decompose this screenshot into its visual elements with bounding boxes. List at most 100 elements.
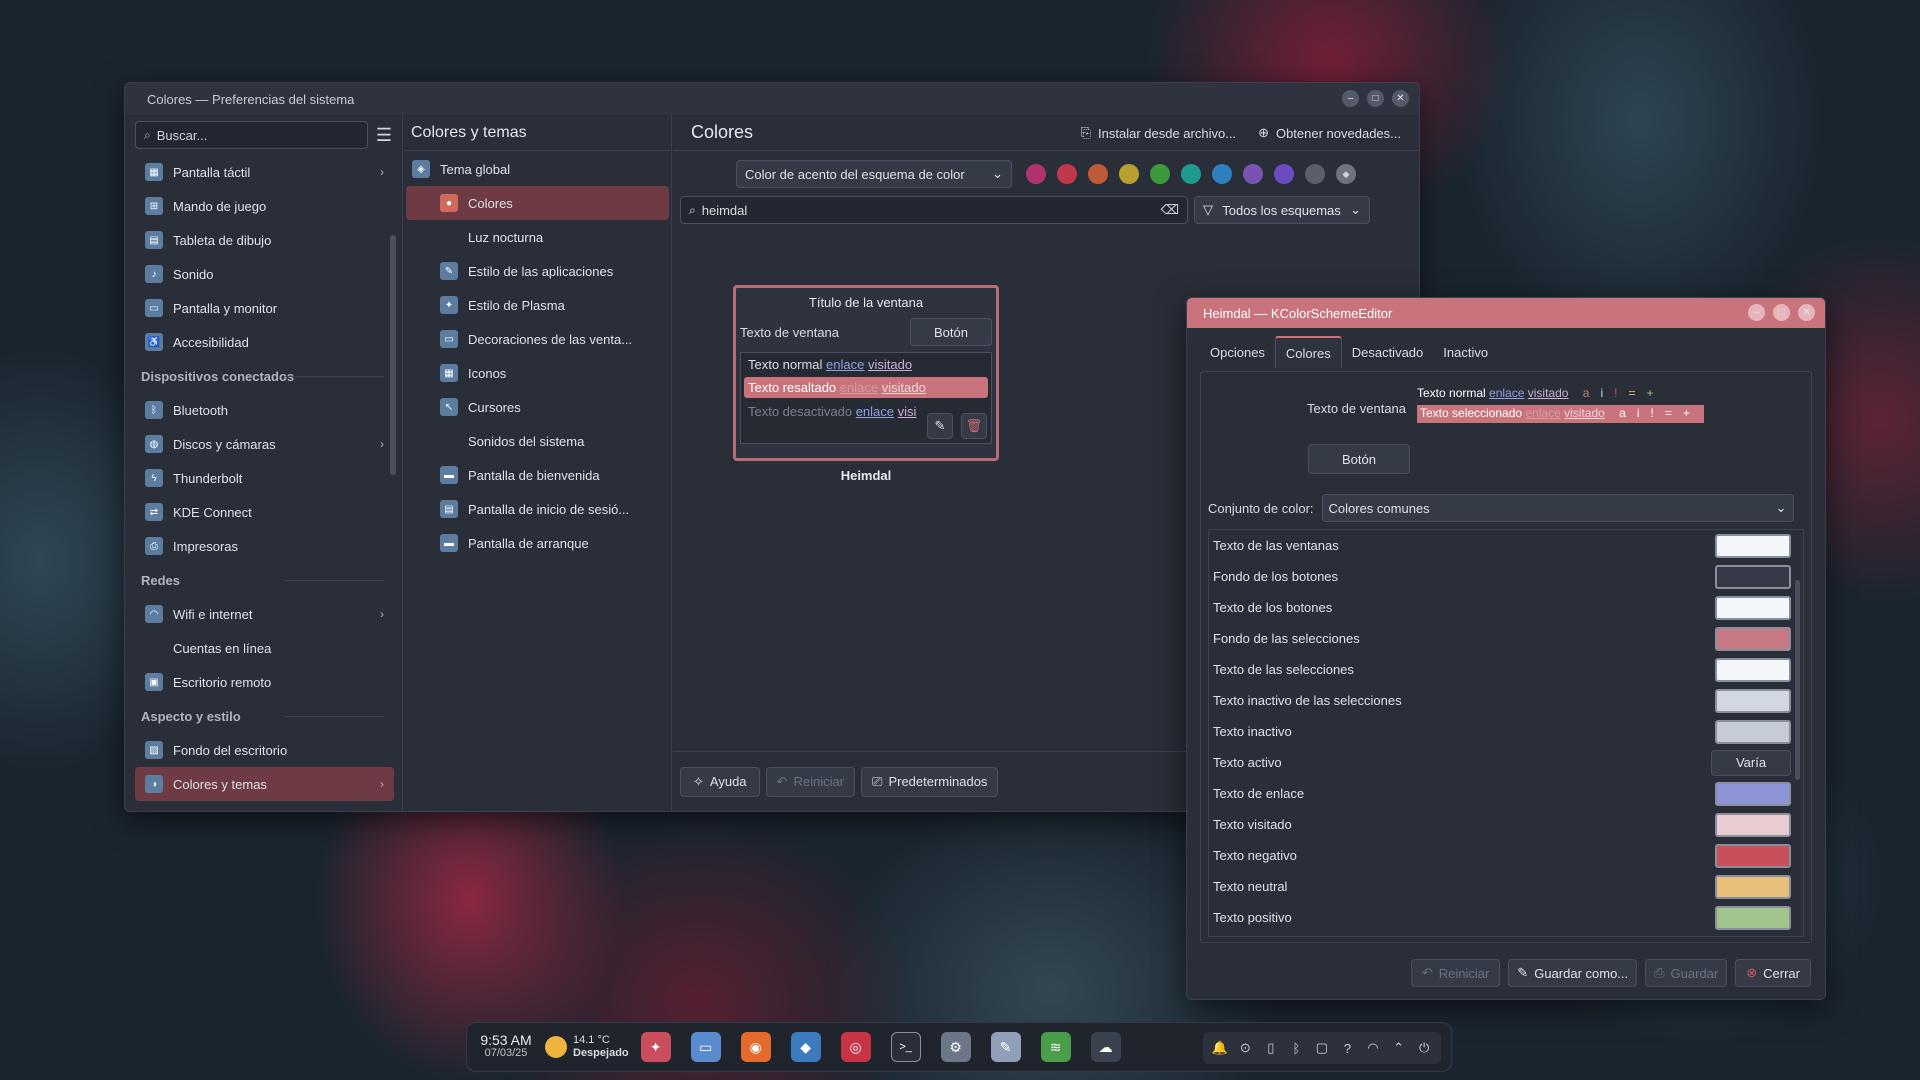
sidebar-item-5[interactable]: ♿ Accesibilidad xyxy=(135,325,394,359)
sidebar-item-4[interactable]: ▭ Pantalla y monitor xyxy=(135,291,394,325)
category-item-10[interactable]: ▤ Pantalla de inicio de sesió... xyxy=(406,492,669,526)
close-button[interactable]: ⊗ Cerrar xyxy=(1735,959,1811,987)
edit-scheme-button[interactable]: ✎ xyxy=(927,413,953,439)
color-swatch-button[interactable] xyxy=(1715,843,1791,868)
save-button[interactable]: ⎙ Guardar xyxy=(1645,959,1728,987)
spotify-icon[interactable]: ≋ xyxy=(1040,1032,1071,1062)
sidebar-item-8[interactable]: ◍ Discos y cámaras › xyxy=(135,427,394,461)
color-swatch-button[interactable] xyxy=(1715,564,1791,589)
maximize-icon[interactable]: □ xyxy=(1773,304,1790,321)
scheme-card[interactable]: Título de la ventana Texto de ventana Bo… xyxy=(733,285,999,461)
category-item-6[interactable]: ▦ Iconos xyxy=(406,356,669,390)
close-icon[interactable]: ✕ xyxy=(1392,90,1409,107)
file-icon[interactable]: ▢ xyxy=(1311,1040,1333,1056)
category-item-11[interactable]: ▬ Pantalla de arranque xyxy=(406,526,669,560)
accent-swatch-9[interactable] xyxy=(1305,164,1325,184)
eye-app-icon[interactable]: ◎ xyxy=(840,1032,871,1062)
category-item-8[interactable]: Sonidos del sistema xyxy=(406,424,669,458)
install-from-file-button[interactable]: ⎘ Instalar desde archivo... xyxy=(1081,125,1236,141)
network-icon[interactable]: ◠ xyxy=(1362,1040,1384,1056)
sidebar-item-0[interactable]: ▦ Pantalla táctil › xyxy=(135,155,394,189)
color-swatch-button[interactable] xyxy=(1715,595,1791,620)
sidebar-scrollbar[interactable] xyxy=(390,235,396,475)
hamburger-menu-icon[interactable]: ☰ xyxy=(376,125,392,146)
sidebar-item-14[interactable]: Cuentas en línea xyxy=(135,631,394,665)
color-swatch-button[interactable] xyxy=(1715,905,1791,930)
writer-icon[interactable]: ✎ xyxy=(990,1032,1021,1062)
helper-icon[interactable]: ☁ xyxy=(1090,1032,1121,1062)
defaults-button[interactable]: ⎚ Predeterminados xyxy=(861,766,999,797)
expand-icon[interactable]: ⌃ xyxy=(1388,1040,1410,1056)
accent-swatch-2[interactable] xyxy=(1088,164,1108,184)
accent-swatch-7[interactable] xyxy=(1243,164,1263,184)
terminal-icon[interactable]: >_ xyxy=(890,1032,921,1062)
category-item-0[interactable]: ◈ Tema global xyxy=(406,152,669,186)
category-item-3[interactable]: ✎ Estilo de las aplicaciones xyxy=(406,254,669,288)
tab-1[interactable]: Colores xyxy=(1274,336,1342,368)
accent-swatch-10[interactable]: ◆ xyxy=(1336,164,1356,184)
save-as-button[interactable]: ✎ Guardar como... xyxy=(1508,959,1638,987)
updates-icon[interactable]: ⊙ xyxy=(1234,1040,1256,1056)
delete-scheme-button[interactable]: 🗑 xyxy=(961,413,987,439)
accent-swatch-1[interactable] xyxy=(1057,164,1077,184)
editor-titlebar[interactable]: Heimdal — KColorSchemeEditor – □ ✕ xyxy=(1187,298,1825,328)
sidebar-item-7[interactable]: ᛒ Bluetooth xyxy=(135,393,394,427)
color-swatch-button[interactable] xyxy=(1715,781,1791,806)
color-swatch-button[interactable] xyxy=(1715,688,1791,713)
category-item-5[interactable]: ▭ Decoraciones de las venta... xyxy=(406,322,669,356)
tab-2[interactable]: Desactivado xyxy=(1342,336,1434,368)
color-set-select[interactable]: Colores comunes ⌄ xyxy=(1321,494,1794,522)
category-item-1[interactable]: ● Colores xyxy=(406,186,669,220)
color-swatch-button[interactable] xyxy=(1715,812,1791,837)
reset-button[interactable]: ↶ Reiniciar xyxy=(765,766,856,797)
sidebar-item-9[interactable]: ϟ Thunderbolt xyxy=(135,461,394,495)
table-scrollbar[interactable] xyxy=(1795,580,1800,780)
tab-3[interactable]: Inactivo xyxy=(1433,336,1498,368)
varies-button[interactable]: Varía xyxy=(1711,749,1791,776)
category-item-9[interactable]: ▬ Pantalla de bienvenida xyxy=(406,458,669,492)
sidebar-item-18[interactable]: ◑ Colores y temas › xyxy=(135,767,394,801)
sidebar-item-3[interactable]: ♪ Sonido xyxy=(135,257,394,291)
clipboard-icon[interactable]: ▯ xyxy=(1260,1040,1282,1056)
get-new-button[interactable]: ⊕ Obtener novedades... xyxy=(1258,125,1401,141)
search-field[interactable]: ⌕ Buscar... xyxy=(135,121,368,149)
accent-swatch-5[interactable] xyxy=(1181,164,1201,184)
category-item-2[interactable]: Luz nocturna xyxy=(406,220,669,254)
scheme-filter-input[interactable]: ⌕ heimdal ⌫ xyxy=(680,196,1188,224)
minimize-icon[interactable]: – xyxy=(1748,304,1765,321)
launcher-icon[interactable]: ✦ xyxy=(640,1032,671,1062)
sidebar-item-13[interactable]: ◠ Wifi e internet › xyxy=(135,597,394,631)
help-button[interactable]: ✧ Ayuda xyxy=(680,766,760,797)
clear-icon[interactable]: ⌫ xyxy=(1161,202,1179,218)
help-icon[interactable]: ? xyxy=(1337,1041,1359,1056)
firefox-icon[interactable]: ◉ xyxy=(740,1032,771,1062)
sidebar-item-17[interactable]: ▧ Fondo del escritorio xyxy=(135,733,394,767)
category-item-4[interactable]: ✦ Estilo de Plasma xyxy=(406,288,669,322)
close-icon[interactable]: ✕ xyxy=(1798,304,1815,321)
sidebar-item-10[interactable]: ⇄ KDE Connect xyxy=(135,495,394,529)
accent-swatch-0[interactable] xyxy=(1026,164,1046,184)
scheme-filter-select[interactable]: ▽ Todos los esquemas ⌄ xyxy=(1194,196,1370,224)
sidebar-item-15[interactable]: ▣ Escritorio remoto xyxy=(135,665,394,699)
files-icon[interactable]: ▭ xyxy=(690,1032,721,1062)
editor-reset-button[interactable]: ↶ Reiniciar xyxy=(1410,959,1501,987)
sidebar-item-2[interactable]: ▤ Tableta de dibujo xyxy=(135,223,394,257)
minimize-icon[interactable]: – xyxy=(1342,90,1359,107)
clock[interactable]: 9:53 AM 07/03/25 xyxy=(475,1033,537,1060)
bluetooth-icon[interactable]: ᛒ xyxy=(1285,1041,1307,1056)
code-editor-icon[interactable]: ◆ xyxy=(790,1032,821,1062)
sidebar-item-11[interactable]: ⎙ Impresoras xyxy=(135,529,394,563)
color-swatch-button[interactable] xyxy=(1715,657,1791,682)
color-swatch-button[interactable] xyxy=(1715,533,1791,558)
maximize-icon[interactable]: □ xyxy=(1367,90,1384,107)
color-swatch-button[interactable] xyxy=(1715,874,1791,899)
sidebar-item-1[interactable]: ⊞ Mando de juego xyxy=(135,189,394,223)
accent-swatch-3[interactable] xyxy=(1119,164,1139,184)
color-swatch-button[interactable] xyxy=(1715,626,1791,651)
weather-widget[interactable]: 14.1 °C Despejado xyxy=(545,1034,629,1060)
accent-swatch-4[interactable] xyxy=(1150,164,1170,184)
accent-color-select[interactable]: Color de acento del esquema de color ⌄ xyxy=(736,160,1012,188)
window-titlebar[interactable]: Colores — Preferencias del sistema – □ ✕ xyxy=(125,83,1419,115)
settings-app-icon[interactable]: ⚙ xyxy=(940,1032,971,1062)
power-icon[interactable]: ⏻ xyxy=(1413,1040,1435,1056)
